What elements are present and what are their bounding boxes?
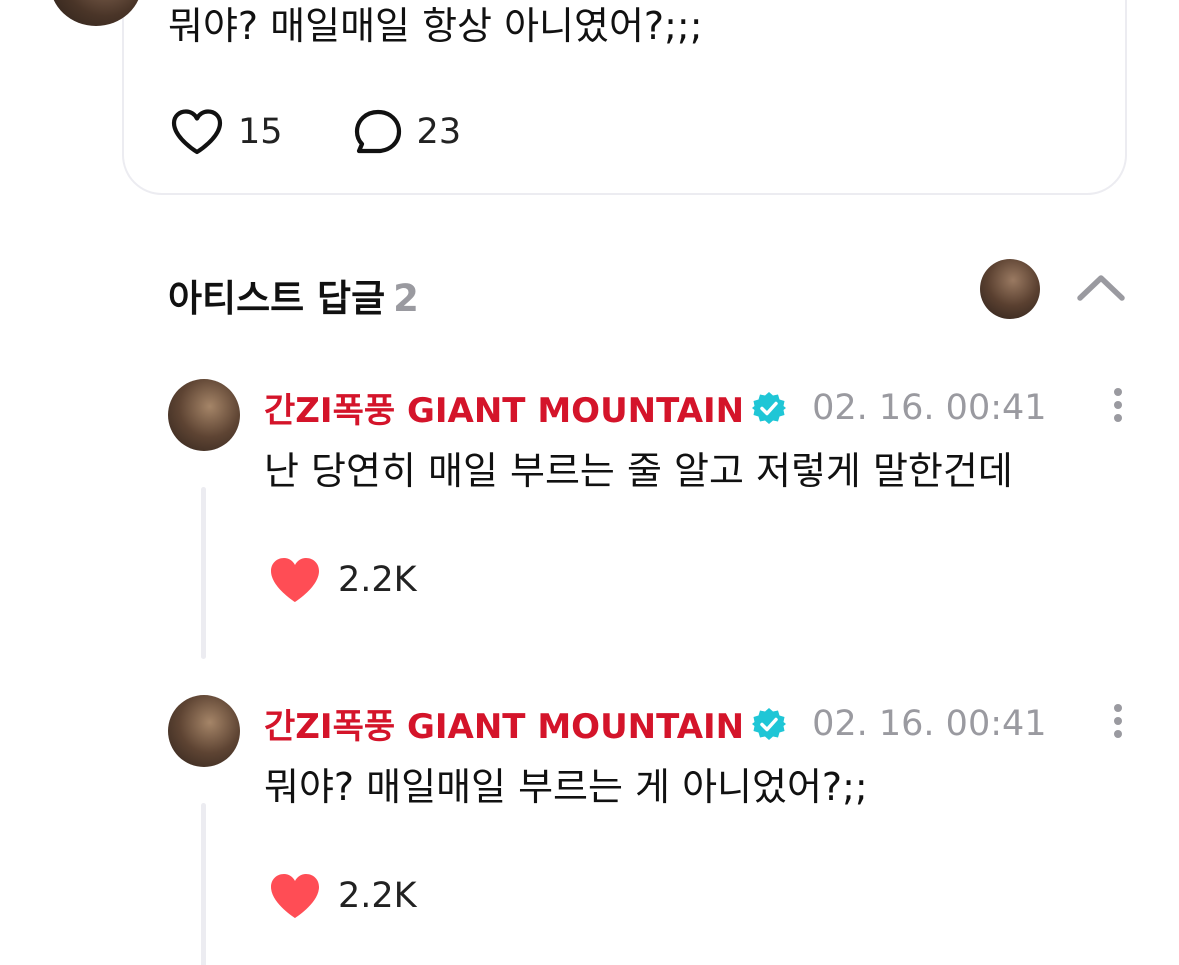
reply-text: 난 당연히 매일 부르는 줄 알고 저렇게 말한건데: [264, 449, 1013, 493]
vertical-dots-icon: [1114, 388, 1122, 422]
heart-outline-icon: [171, 109, 223, 155]
reply-like-count: 2.2K: [338, 876, 417, 916]
artist-replies-header: 아티스트 답글 2: [168, 259, 1128, 322]
collapse-replies-button[interactable]: [1076, 270, 1126, 306]
reply-header: 간ZI폭풍 GIANT MOUNTAIN 02. 16. 00:41: [264, 383, 1047, 432]
like-button[interactable]: 15: [170, 108, 283, 156]
reply-like-count: 2.2K: [338, 560, 417, 600]
artist-replies-label: 아티스트 답글: [168, 277, 386, 320]
post-actions: 15 23: [170, 108, 531, 156]
author-name[interactable]: 간ZI폭풍 GIANT MOUNTAIN: [264, 699, 744, 748]
thread-line: [201, 803, 206, 965]
avatar[interactable]: [168, 379, 240, 451]
artist-reply: 간ZI폭풍 GIANT MOUNTAIN 02. 16. 00:41 뭐야? 매…: [168, 695, 1148, 965]
vertical-dots-icon: [1114, 704, 1122, 738]
reply-text: 뭐야? 매일매일 부르는 게 아니었어?;;: [264, 765, 868, 809]
comment-button[interactable]: 23: [353, 108, 462, 156]
chevron-up-icon: [1077, 275, 1125, 301]
thread-line: [201, 487, 206, 659]
more-options-button[interactable]: [1108, 385, 1128, 425]
verified-badge-icon: [752, 391, 787, 424]
heart-filled-icon: [271, 874, 319, 918]
artist-avatar[interactable]: [980, 259, 1040, 319]
artist-replies-count: 2: [393, 277, 419, 320]
reply-like-button[interactable]: 2.2K: [268, 871, 417, 921]
timestamp: 02. 16. 00:41: [812, 703, 1047, 744]
reply-header: 간ZI폭풍 GIANT MOUNTAIN 02. 16. 00:41: [264, 699, 1047, 748]
verified-badge-icon: [752, 707, 787, 740]
speech-bubble-icon: [354, 109, 401, 154]
artist-reply: 간ZI폭풍 GIANT MOUNTAIN 02. 16. 00:41 난 당연히…: [168, 379, 1148, 669]
artist-replies-title: 아티스트 답글 2: [168, 268, 419, 322]
comment-count: 23: [416, 112, 462, 152]
avatar[interactable]: [168, 695, 240, 767]
like-count: 15: [238, 112, 283, 152]
author-name[interactable]: 간ZI폭풍 GIANT MOUNTAIN: [264, 383, 744, 432]
timestamp: 02. 16. 00:41: [812, 387, 1047, 428]
post-text: 뭐야? 매일매일 항상 아니였어?;;;: [168, 4, 703, 48]
heart-filled-icon: [271, 558, 319, 602]
page: 뭐야? 매일매일 항상 아니였어?;;; 15 23 아티스트 답글 2 간ZI…: [0, 0, 1179, 965]
more-options-button[interactable]: [1108, 701, 1128, 741]
reply-like-button[interactable]: 2.2K: [268, 555, 417, 605]
